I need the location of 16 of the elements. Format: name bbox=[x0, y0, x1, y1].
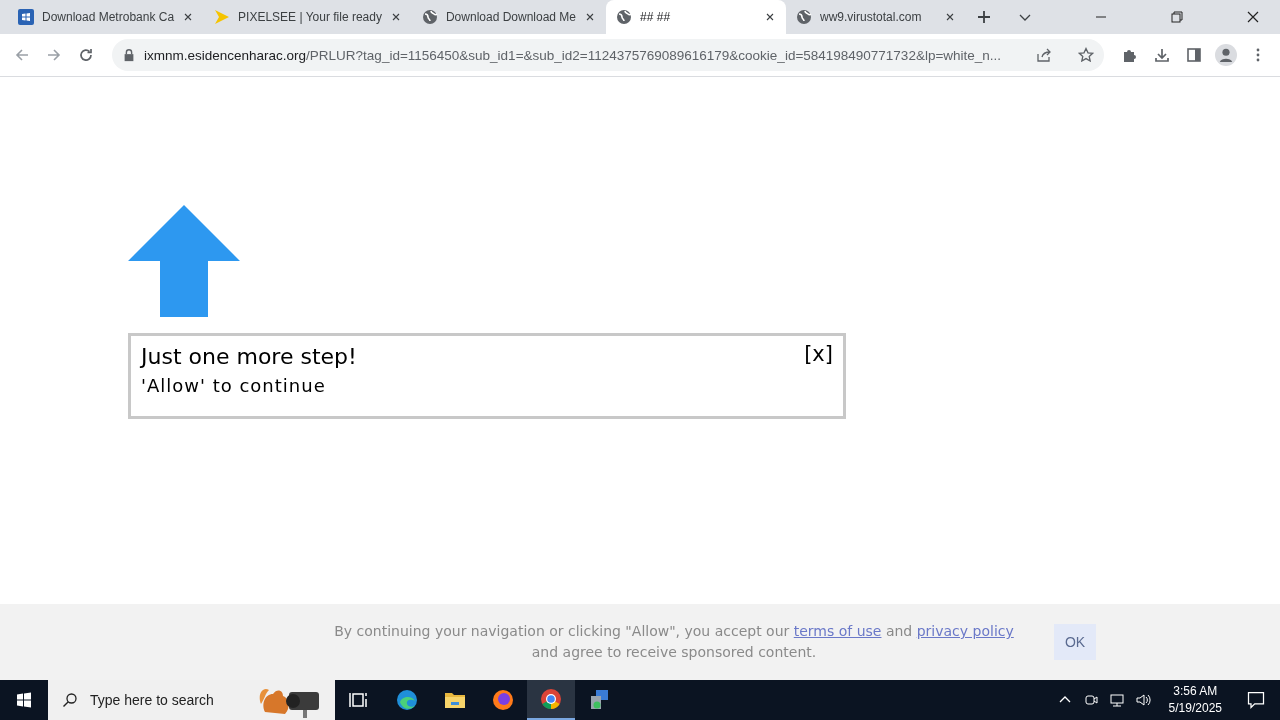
browser-tab[interactable]: ww9.virustotal.com bbox=[786, 0, 967, 34]
taskbar-clock[interactable]: 3:56 AM 5/19/2025 bbox=[1168, 683, 1222, 717]
privacy-link[interactable]: privacy policy bbox=[916, 623, 1014, 639]
browser-tab[interactable]: ## ## bbox=[606, 0, 787, 34]
browser-tab[interactable]: Download Download Me bbox=[411, 0, 607, 34]
url-text: ixmnm.esidencenharac.org/PRLUR?tag_id=1156450&sub_id1=&sub_id2=1124375769089616179&cookie_id=584198490771732&lp=white_n... bbox=[144, 47, 1003, 63]
close-link[interactable]: [x] bbox=[804, 342, 833, 366]
address-bar[interactable]: ixmnm.esidencenharac.org/PRLUR?tag_id=1156450&sub_id1=&sub_id2=1124375769089616179&cookie_id=584198490771732&lp=white_n... bbox=[112, 39, 1104, 71]
dialog-title: Just one more step! bbox=[141, 344, 357, 369]
dialog-message: 'Allow' to continue bbox=[141, 375, 326, 396]
consent-text: By continuing your navigation or clicking "Allow", you accept our terms of use and privacy policy and agree to receive sponsored content. bbox=[334, 622, 1014, 662]
terms-link[interactable]: terms of use bbox=[793, 623, 882, 639]
browser-tab[interactable]: Download Metrobank Ca bbox=[8, 0, 205, 34]
browser-tab[interactable]: PIXELSEE | Your file ready bbox=[204, 0, 412, 34]
ok-button[interactable]: OK bbox=[1054, 624, 1096, 660]
taskbar-search-field[interactable]: Type here to search bbox=[48, 680, 335, 720]
